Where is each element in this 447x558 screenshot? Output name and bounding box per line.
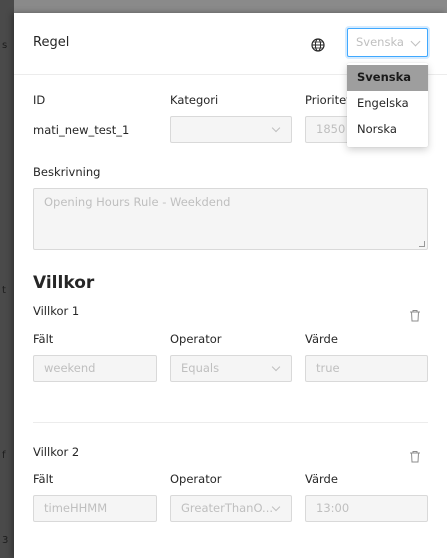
priority-value: 1850 <box>316 122 346 136</box>
trash-icon[interactable] <box>409 450 421 463</box>
conditions-title: Villkor <box>33 273 95 293</box>
description-textarea[interactable]: Opening Hours Rule - Weekdend <box>33 188 428 250</box>
resize-handle-icon[interactable] <box>419 241 425 247</box>
rule-panel: Regel Svenska ID mati_new_test_1 Kategor… <box>14 13 447 558</box>
operator-label: Operator <box>170 472 222 486</box>
id-value: mati_new_test_1 <box>33 123 130 137</box>
condition-operator-value: Equals <box>181 361 220 375</box>
value-label: Värde <box>305 332 338 346</box>
condition-value-input[interactable]: 13:00 <box>305 495 428 522</box>
condition-heading: Villkor 2 <box>33 445 80 459</box>
category-select[interactable] <box>170 116 292 143</box>
condition-field-value: weekend <box>44 361 96 375</box>
backdrop-top <box>0 0 447 13</box>
condition-value-input[interactable]: true <box>305 355 428 382</box>
globe-icon[interactable] <box>311 38 325 52</box>
backdrop-left: s t f 3 <box>0 0 14 558</box>
operator-label: Operator <box>170 332 222 346</box>
id-label: ID <box>33 93 46 107</box>
language-option-norska[interactable]: Norska <box>347 117 428 143</box>
condition-field-input[interactable]: timeHHMM <box>33 495 157 522</box>
field-label: Fält <box>33 332 54 346</box>
language-dropdown: Svenska Engelska Norska <box>347 63 428 147</box>
condition-operator-select[interactable]: GreaterThanO... <box>170 495 292 522</box>
language-option-svenska[interactable]: Svenska <box>347 65 428 91</box>
panel-title: Regel <box>33 35 70 50</box>
condition-value-value: true <box>316 361 340 375</box>
condition-value-value: 13:00 <box>316 501 350 515</box>
chevron-down-icon <box>410 36 421 47</box>
chevron-down-icon <box>271 362 281 372</box>
backdrop-char: f <box>2 450 6 461</box>
language-select-value: Svenska <box>356 35 404 49</box>
backdrop-char: 3 <box>2 535 9 546</box>
description-value: Opening Hours Rule - Weekdend <box>44 195 231 209</box>
condition-field-value: timeHHMM <box>44 501 108 515</box>
trash-icon[interactable] <box>409 309 421 322</box>
backdrop-char: s <box>2 40 8 51</box>
priority-label: Prioritet <box>305 93 351 107</box>
value-label: Värde <box>305 472 338 486</box>
condition-divider <box>33 422 428 423</box>
chevron-down-icon <box>271 123 281 133</box>
language-select[interactable]: Svenska <box>347 28 428 57</box>
description-label: Beskrivning <box>33 165 101 179</box>
condition-heading: Villkor 1 <box>33 304 80 318</box>
condition-operator-select[interactable]: Equals <box>170 355 292 382</box>
field-label: Fält <box>33 472 54 486</box>
condition-field-input[interactable]: weekend <box>33 355 157 382</box>
category-label: Kategori <box>170 93 219 107</box>
condition-operator-value: GreaterThanO... <box>181 501 274 515</box>
backdrop-char: t <box>2 285 6 296</box>
language-option-engelska[interactable]: Engelska <box>347 91 428 117</box>
